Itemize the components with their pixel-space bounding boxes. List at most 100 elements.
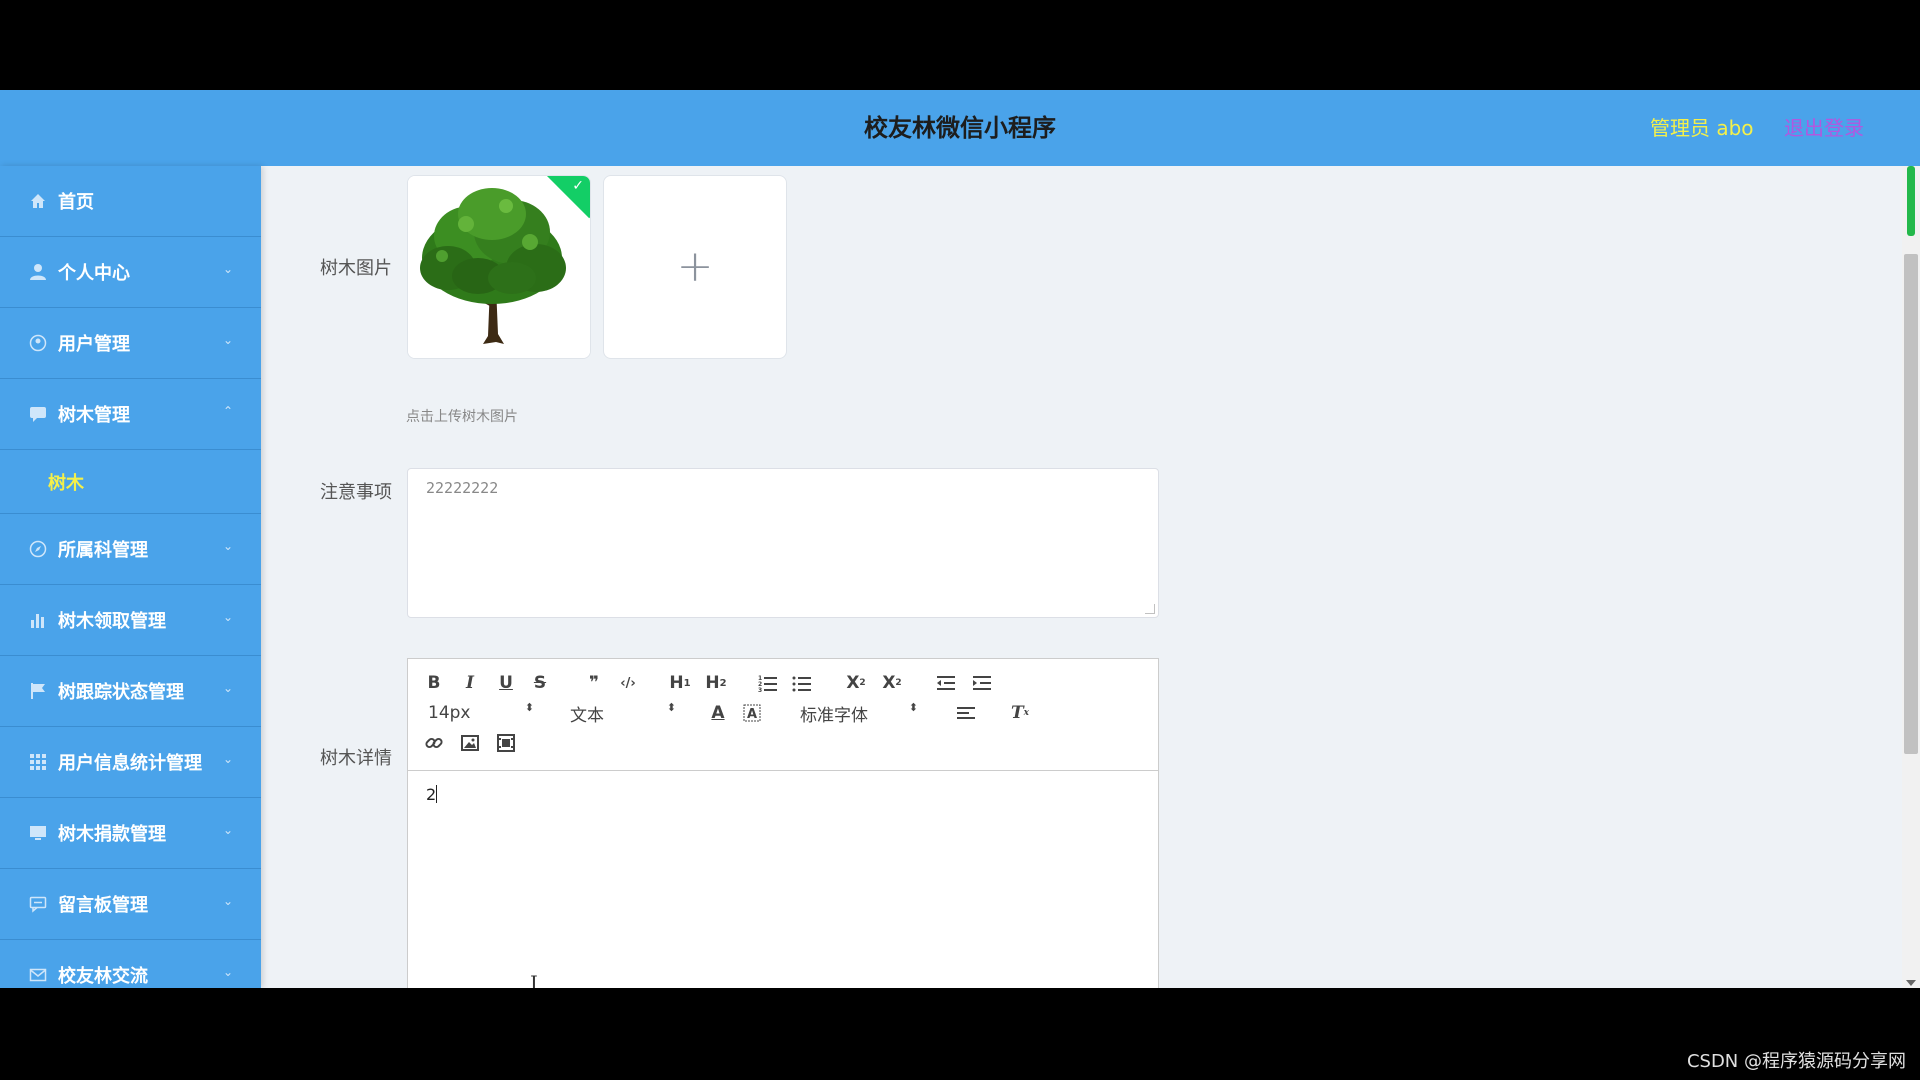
upload-hint: 点击上传树木图片	[406, 409, 518, 425]
text-cursor	[436, 785, 438, 803]
sidebar-item-label: 首页	[58, 192, 94, 213]
code-block-button[interactable]: ‹/›	[614, 671, 642, 695]
font-size-value: 14px	[428, 703, 471, 723]
logout-link[interactable]: 退出登录	[1784, 90, 1864, 166]
quote-button[interactable]: ❞	[580, 671, 608, 695]
sidebar-subitem-tree[interactable]: 树木	[0, 450, 261, 514]
sidebar-item-label: 树跟踪状态管理	[58, 682, 184, 703]
sidebar-item-statistics[interactable]: 用户信息统计管理 ⌄	[0, 727, 261, 798]
scrollbar-thumb[interactable]	[1904, 254, 1918, 754]
outdent-icon[interactable]	[932, 671, 960, 695]
sidebar-item-tracking[interactable]: 树跟踪状态管理 ⌄	[0, 656, 261, 727]
sidebar-item-label: 留言板管理	[58, 895, 148, 916]
video-icon[interactable]	[492, 731, 520, 755]
chevron-down-icon: ⌄	[223, 262, 234, 276]
ibeam-cursor-icon: I	[530, 971, 538, 988]
clear-format-icon[interactable]: Tx	[1006, 701, 1034, 725]
chevron-down-icon: ⌄	[223, 752, 234, 766]
scroll-down-arrow-icon[interactable]	[1906, 980, 1916, 986]
sidebar-item-users[interactable]: 用户管理 ⌄	[0, 308, 261, 379]
editor-toolbar: B I U S ❞ ‹/› H1 H2 123 X2 X2 14px ⬍ 文本 …	[408, 659, 1158, 771]
chevron-down-icon: ⌄	[223, 894, 234, 908]
app-title: 校友林微信小程序	[864, 114, 1056, 142]
heading1-button[interactable]: H1	[666, 671, 694, 695]
underline-button[interactable]: U	[492, 671, 520, 695]
watermark: CSDN @程序猿源码分享网	[1686, 1051, 1906, 1072]
uploaded-tree-image[interactable]: ✓	[407, 175, 591, 359]
font-family-value: 标准字体	[800, 705, 868, 726]
page-scrollbar[interactable]	[1902, 166, 1920, 988]
font-family-select[interactable]: 标准字体 ⬍	[800, 701, 918, 726]
tree-form: 树木图片 ✓ + 点击上传树木图片 注意事项 22222222 树木详情 B I…	[292, 166, 1870, 988]
sidebar-item-exchange[interactable]: 校友林交流 ⌄	[0, 940, 261, 988]
upload-add-button[interactable]: +	[603, 175, 787, 359]
users-icon	[28, 333, 48, 353]
svg-text:3: 3	[758, 687, 762, 692]
header-type-value: 文本	[570, 705, 604, 726]
sidebar-item-family[interactable]: 所属科管理 ⌄	[0, 514, 261, 585]
flag-icon	[28, 681, 48, 701]
monitor-icon	[28, 823, 48, 843]
editor-text: 2	[426, 785, 437, 804]
sidebar-item-label: 树木管理	[58, 405, 130, 426]
heading2-button[interactable]: H2	[702, 671, 730, 695]
rich-text-editor: B I U S ❞ ‹/› H1 H2 123 X2 X2 14px ⬍ 文本 …	[407, 658, 1159, 988]
sidebar-item-profile[interactable]: 个人中心 ⌄	[0, 237, 261, 308]
notes-label: 注意事项	[320, 482, 392, 503]
text-color-icon[interactable]: A	[704, 701, 732, 725]
grid-icon	[28, 752, 48, 772]
notes-textarea[interactable]: 22222222	[407, 468, 1159, 618]
align-icon[interactable]	[952, 701, 980, 725]
admin-name: 管理员 abo	[1650, 116, 1754, 140]
sidebar-item-donation[interactable]: 树木捐款管理 ⌄	[0, 798, 261, 869]
bar-chart-icon	[28, 610, 48, 630]
link-icon[interactable]	[420, 731, 448, 755]
user-icon	[28, 262, 48, 282]
sidebar-subitem-label: 树木	[48, 472, 84, 494]
indent-icon[interactable]	[968, 671, 996, 695]
chevron-down-icon: ⌄	[223, 610, 234, 624]
image-icon[interactable]	[456, 731, 484, 755]
mail-icon	[28, 965, 48, 985]
sidebar-item-label: 用户信息统计管理	[58, 753, 202, 774]
sidebar-item-label: 树木领取管理	[58, 611, 166, 632]
sidebar-item-home[interactable]: 首页	[0, 166, 261, 237]
message-icon	[28, 894, 48, 914]
notes-value: 22222222	[426, 479, 499, 497]
select-caret-icon: ⬍	[908, 701, 918, 714]
italic-button[interactable]: I	[456, 671, 484, 695]
detail-label: 树木详情	[320, 748, 392, 769]
ordered-list-icon[interactable]: 123	[754, 671, 782, 695]
select-caret-icon: ⬍	[524, 701, 534, 714]
resize-handle[interactable]	[1145, 604, 1155, 614]
sidebar-item-label: 校友林交流	[58, 966, 148, 987]
sidebar-item-adoption[interactable]: 树木领取管理 ⌄	[0, 585, 261, 656]
check-icon: ✓	[572, 178, 584, 194]
header-type-select[interactable]: 文本 ⬍	[570, 701, 676, 726]
font-size-select[interactable]: 14px ⬍	[428, 701, 534, 725]
sidebar: 首页 个人中心 ⌄ 用户管理 ⌄ 树木管理 ⌃ 树木 所属科管理 ⌄ 树木领取管…	[0, 166, 261, 988]
plus-icon: +	[676, 241, 714, 292]
app-screen: 校友林微信小程序 管理员 abo 退出登录 首页 个人中心 ⌄ 用户管理 ⌄ 树…	[0, 90, 1920, 988]
sidebar-item-label: 树木捐款管理	[58, 824, 166, 845]
sidebar-item-label: 所属科管理	[58, 540, 148, 561]
superscript-button[interactable]: X2	[878, 671, 906, 695]
strike-button[interactable]: S	[526, 671, 554, 695]
sidebar-item-messageboard[interactable]: 留言板管理 ⌄	[0, 869, 261, 940]
chevron-down-icon: ⌄	[223, 823, 234, 837]
bold-button[interactable]: B	[420, 671, 448, 695]
subscript-button[interactable]: X2	[842, 671, 870, 695]
sidebar-item-label: 用户管理	[58, 334, 130, 355]
chat-icon	[28, 404, 48, 424]
chevron-down-icon: ⌄	[223, 539, 234, 553]
sidebar-item-label: 个人中心	[58, 263, 130, 284]
chevron-down-icon: ⌄	[223, 333, 234, 347]
sidebar-item-trees[interactable]: 树木管理 ⌃	[0, 379, 261, 450]
side-indicator	[1907, 166, 1915, 236]
background-color-icon[interactable]: A	[738, 701, 766, 725]
chevron-down-icon: ⌄	[223, 681, 234, 695]
bullet-list-icon[interactable]	[788, 671, 816, 695]
svg-text:A: A	[747, 707, 757, 722]
editor-content-area[interactable]: 2 I	[408, 771, 1158, 988]
top-header: 校友林微信小程序 管理员 abo 退出登录	[0, 90, 1920, 166]
